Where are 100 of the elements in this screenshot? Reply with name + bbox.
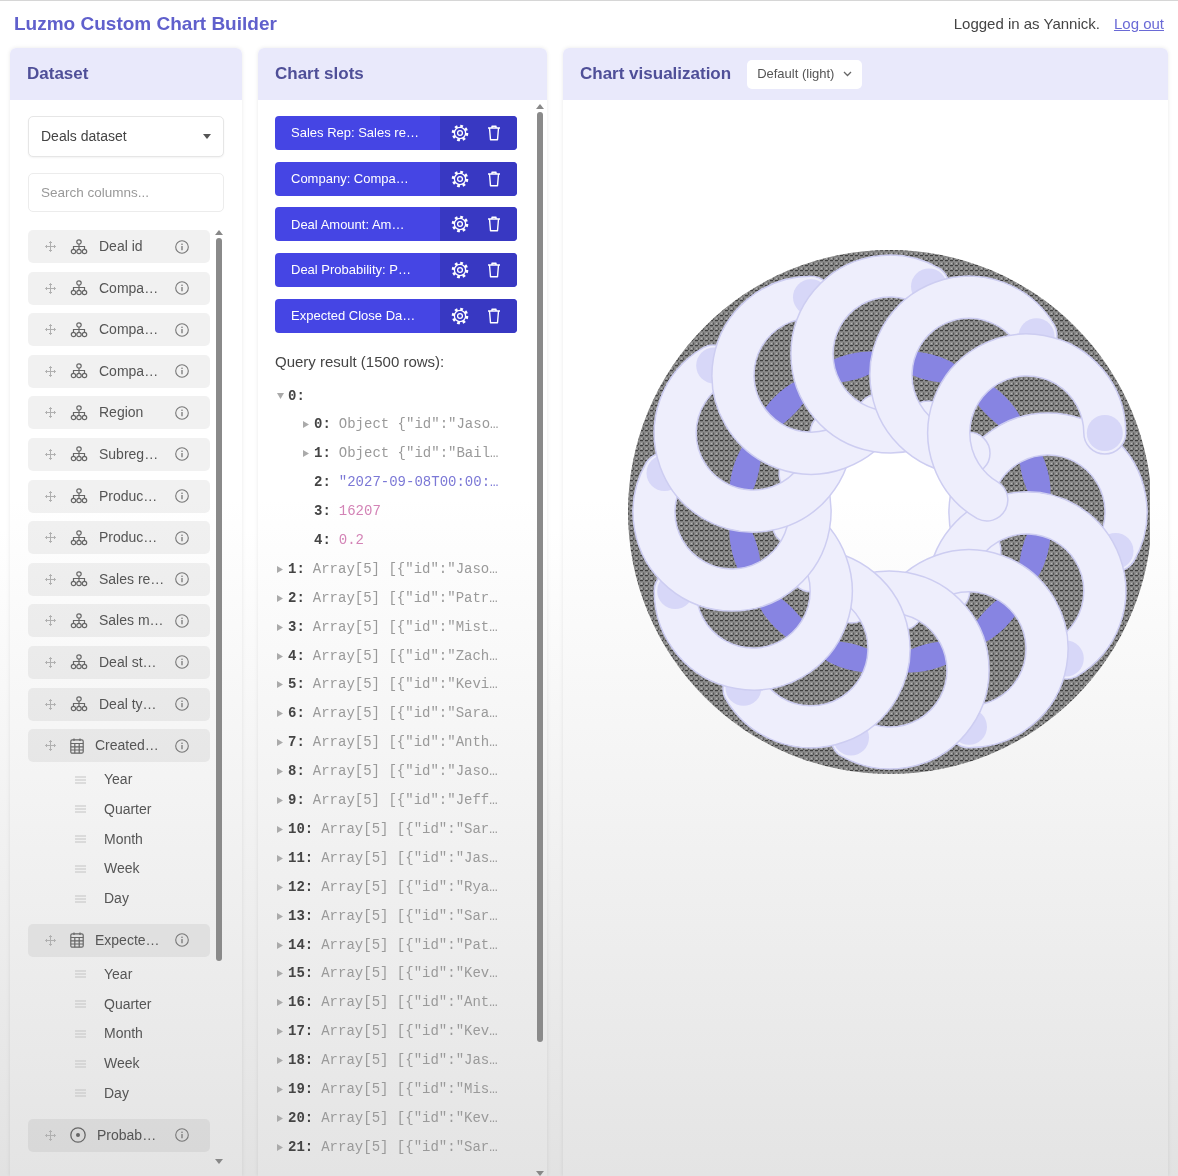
caret-right-icon[interactable]: [277, 1057, 283, 1065]
caret-right-icon[interactable]: [277, 854, 283, 862]
scroll-up-arrow-icon[interactable]: [536, 104, 544, 109]
caret-right-icon[interactable]: [303, 450, 309, 458]
column-item[interactable]: Compa…: [28, 271, 210, 305]
date-level-item[interactable]: Month: [28, 1019, 210, 1049]
caret-right-icon[interactable]: [277, 1143, 283, 1151]
move-icon[interactable]: [45, 698, 56, 710]
column-item[interactable]: Region: [28, 396, 210, 430]
caret-right-icon[interactable]: [277, 797, 283, 805]
column-item[interactable]: Deal st…: [28, 645, 210, 679]
caret-down-icon[interactable]: [277, 393, 284, 400]
caret-right-icon[interactable]: [277, 912, 283, 920]
scrollbar-thumb[interactable]: [537, 112, 543, 1042]
date-level-item[interactable]: Quarter: [28, 794, 210, 825]
trash-icon[interactable]: [487, 307, 501, 324]
logout-link[interactable]: Log out: [1113, 13, 1164, 36]
scrollbar-thumb[interactable]: [216, 238, 222, 961]
column-item[interactable]: Deal ty…: [28, 687, 210, 721]
caret-right-icon[interactable]: [277, 739, 283, 747]
date-level-item[interactable]: Day: [28, 1078, 210, 1109]
drag-handle-icon[interactable]: [75, 835, 86, 844]
settings-icon[interactable]: [451, 306, 469, 325]
info-icon[interactable]: [175, 489, 189, 504]
date-level-item[interactable]: Year: [28, 959, 210, 990]
caret-right-icon[interactable]: [277, 623, 283, 631]
caret-right-icon[interactable]: [277, 768, 283, 776]
scroll-down-arrow-icon[interactable]: [215, 1159, 223, 1164]
move-icon[interactable]: [45, 365, 56, 377]
info-icon[interactable]: [175, 655, 189, 670]
date-level-item[interactable]: Year: [28, 764, 210, 795]
caret-right-icon[interactable]: [277, 825, 283, 833]
caret-right-icon[interactable]: [277, 941, 283, 949]
drag-handle-icon[interactable]: [75, 805, 86, 814]
move-icon[interactable]: [45, 324, 56, 336]
trash-icon[interactable]: [487, 216, 501, 233]
chart-slot[interactable]: Company: Compa…: [275, 161, 517, 196]
info-icon[interactable]: [175, 933, 189, 948]
drag-handle-icon[interactable]: [75, 775, 86, 784]
date-level-item[interactable]: Week: [28, 1048, 210, 1079]
column-item[interactable]: Deal id: [28, 230, 210, 263]
info-icon[interactable]: [175, 1128, 189, 1143]
trash-icon[interactable]: [487, 125, 501, 141]
settings-icon[interactable]: [451, 124, 469, 142]
column-item[interactable]: Sales re…: [28, 562, 210, 596]
info-icon[interactable]: [175, 697, 189, 712]
caret-right-icon[interactable]: [277, 1114, 283, 1122]
info-icon[interactable]: [175, 447, 189, 462]
scroll-down-arrow-icon[interactable]: [536, 1171, 544, 1176]
settings-icon[interactable]: [451, 169, 469, 188]
column-item[interactable]: Created…: [28, 729, 210, 763]
chart-slot[interactable]: Deal Probability: P…: [275, 253, 517, 288]
move-icon[interactable]: [45, 241, 56, 252]
column-item[interactable]: Produc…: [28, 521, 210, 555]
move-icon[interactable]: [45, 532, 56, 544]
chart-slot[interactable]: Expected Close Da…: [275, 298, 517, 333]
caret-right-icon[interactable]: [277, 710, 283, 718]
caret-right-icon[interactable]: [277, 1085, 283, 1093]
move-icon[interactable]: [45, 573, 56, 585]
caret-right-icon[interactable]: [277, 565, 283, 573]
move-icon[interactable]: [45, 1129, 56, 1141]
caret-right-icon[interactable]: [303, 421, 309, 429]
column-item[interactable]: Produc…: [28, 479, 210, 513]
move-icon[interactable]: [45, 490, 56, 502]
info-icon[interactable]: [175, 405, 189, 420]
caret-right-icon[interactable]: [277, 970, 283, 978]
trash-icon[interactable]: [487, 170, 501, 187]
chart-slot[interactable]: Deal Amount: Am…: [275, 207, 517, 242]
move-icon[interactable]: [45, 934, 56, 946]
settings-icon[interactable]: [451, 215, 469, 234]
move-icon[interactable]: [45, 656, 56, 668]
caret-right-icon[interactable]: [277, 1028, 283, 1036]
theme-select[interactable]: Default (light): [747, 59, 863, 89]
date-level-item[interactable]: Month: [28, 824, 210, 854]
date-level-item[interactable]: Quarter: [28, 989, 210, 1020]
chart-slot[interactable]: Sales Rep: Sales re…: [275, 116, 517, 150]
move-icon[interactable]: [45, 448, 56, 460]
info-icon[interactable]: [175, 281, 189, 296]
column-item[interactable]: Sales m…: [28, 604, 210, 638]
info-icon[interactable]: [175, 530, 189, 545]
info-icon[interactable]: [175, 613, 189, 628]
caret-right-icon[interactable]: [277, 883, 283, 891]
move-icon[interactable]: [45, 282, 56, 294]
column-item[interactable]: Compa…: [28, 354, 210, 388]
caret-right-icon[interactable]: [277, 681, 283, 689]
dataset-select[interactable]: Deals dataset: [28, 116, 224, 157]
info-icon[interactable]: [175, 572, 189, 587]
move-icon[interactable]: [45, 615, 56, 627]
info-icon[interactable]: [175, 322, 189, 337]
trash-icon[interactable]: [487, 262, 501, 279]
caret-right-icon[interactable]: [277, 652, 283, 660]
move-icon[interactable]: [45, 407, 56, 419]
info-icon[interactable]: [175, 239, 189, 254]
caret-right-icon[interactable]: [277, 999, 283, 1007]
info-icon[interactable]: [175, 738, 189, 753]
search-field[interactable]: Search columns...: [28, 173, 224, 212]
move-icon[interactable]: [45, 740, 56, 752]
column-item[interactable]: Probab…: [28, 1118, 210, 1152]
caret-right-icon[interactable]: [277, 594, 283, 602]
column-item[interactable]: Subreg…: [28, 437, 210, 471]
